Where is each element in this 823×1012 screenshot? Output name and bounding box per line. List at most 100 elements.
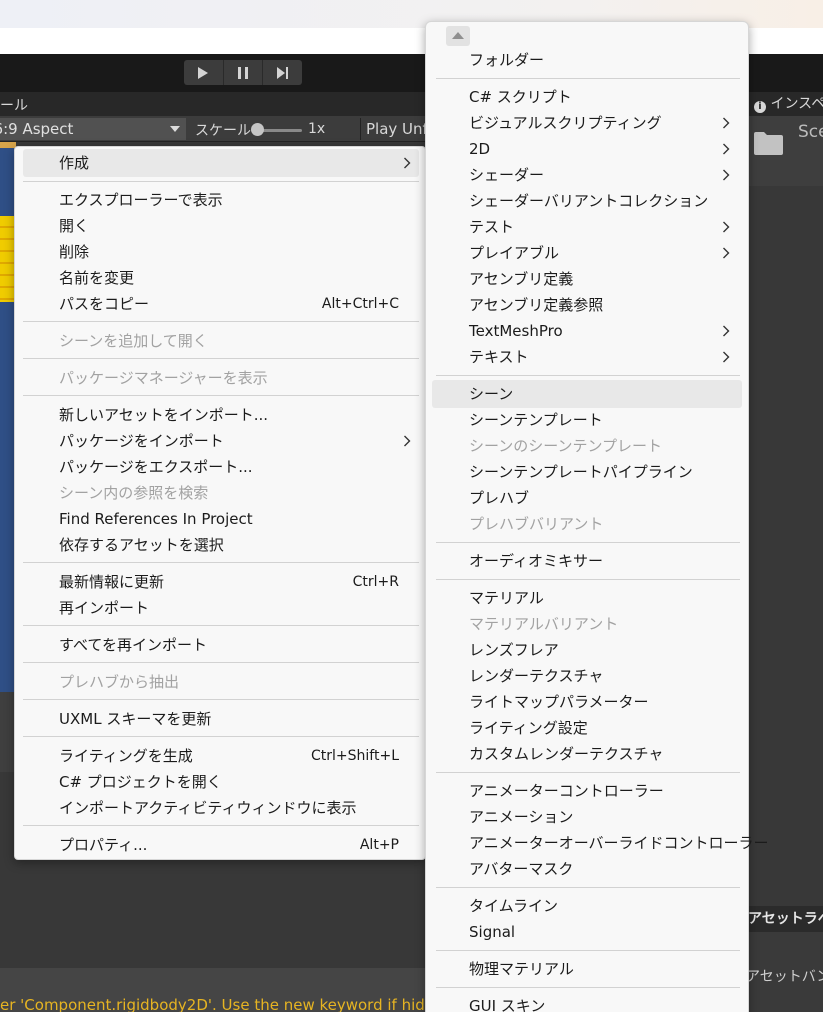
menu-item[interactable]: 物理マテリアル [469,957,574,981]
menu-item[interactable]: アセンブリ定義参照 [469,293,603,317]
menu-item[interactable]: すべてを再インポート [59,633,207,657]
menu-item[interactable]: プレハブ [469,486,529,510]
step-button[interactable] [263,60,302,85]
menu-item[interactable]: シーン [469,382,513,406]
menu-separator [436,78,740,79]
menu-item: シーン内の参照を検索 [59,484,209,502]
game-view-tab[interactable]: ツール [0,95,28,115]
menu-item[interactable]: フォルダー [469,48,544,72]
menu-separator [436,579,740,580]
menu-item[interactable]: 最新情報に更新 [59,570,164,594]
menu-separator [436,887,740,888]
menu-item[interactable]: シーンテンプレートパイプライン [469,460,693,484]
scale-value: 1x [308,121,326,137]
chevron-down-icon [170,126,180,132]
menu-item-shortcut: Ctrl+R [352,574,399,590]
menu-item[interactable]: カスタムレンダーテクスチャ [469,742,663,766]
menu-item[interactable]: UXML スキーマを更新 [59,707,211,731]
chevron-right-icon [722,111,732,135]
menu-item[interactable]: ライティング設定 [469,716,588,740]
menu-item[interactable]: シェーダーバリアントコレクション [469,189,708,213]
menu-item[interactable]: パスをコピー [59,292,149,316]
menu-item[interactable]: レンズフレア [469,638,559,662]
console-message[interactable]: er 'Component.rigidbody2D'. Use the new … [0,996,448,1012]
menu-item[interactable]: パッケージをインポート [59,429,224,453]
menu-item[interactable]: アニメーターオーバーライドコントローラー [469,831,769,855]
menu-item: シーンを追加して開く [59,332,208,350]
menu-item: マテリアルバリアント [469,615,619,633]
inspector-body [748,186,823,906]
chevron-right-icon [403,429,413,453]
play-mode-dropdown[interactable]: Play Unfocused [360,118,430,140]
menu-item[interactable]: アニメーターコントローラー [469,779,664,803]
menu-item[interactable]: Signal [469,920,515,944]
menu-item[interactable]: 2D [469,137,490,161]
inspector-tab[interactable]: i インスペクター [748,92,823,116]
menu-item[interactable]: TextMeshPro [469,319,563,343]
scale-slider-knob[interactable] [251,123,264,136]
menu-item[interactable]: レンダーテクスチャ [469,664,603,688]
menu-separator [436,375,740,376]
menu-item[interactable]: シーンテンプレート [469,408,603,432]
menu-item[interactable]: 作成 [59,151,89,175]
menu-item[interactable]: オーディオミキサー [469,549,603,573]
inspector-asset-name: Scene [798,122,823,142]
asset-bundle-label: アセットバンドル [746,969,823,985]
menu-item[interactable]: GUI スキン [469,994,545,1012]
menu-item[interactable]: アセンブリ定義 [469,267,573,291]
menu-item[interactable]: 依存するアセットを選択 [59,533,224,557]
menu-separator [23,562,419,563]
step-icon [276,66,288,79]
pause-button[interactable] [224,60,264,85]
menu-item[interactable]: プレイアブル [469,241,559,265]
menu-item[interactable]: Find References In Project [59,507,253,531]
menu-item: シーンのシーンテンプレート [469,437,663,455]
menu-item[interactable]: ライティングを生成 [59,744,193,768]
menu-item[interactable]: 名前を変更 [59,266,134,290]
menu-separator [23,395,419,396]
menu-item[interactable]: インポートアクティビティウィンドウに表示 [59,796,356,820]
play-icon [198,66,209,79]
menu-separator [23,662,419,663]
menu-item[interactable]: ビジュアルスクリプティング [469,111,662,135]
scroll-up-button[interactable] [446,26,470,46]
menu-item[interactable]: 新しいアセットをインポート... [59,403,268,427]
playmode-controls [184,60,302,85]
info-icon: i [754,101,766,113]
menu-separator [23,825,419,826]
menu-separator [436,542,740,543]
menu-item[interactable]: テキスト [469,345,529,369]
menu-item[interactable]: C# プロジェクトを開く [59,770,222,794]
chevron-right-icon [722,215,732,239]
menu-item[interactable]: 削除 [59,240,89,264]
menu-separator [23,736,419,737]
asset-labels-header: アセットラベル [748,906,823,932]
chevron-right-icon [403,151,413,175]
menu-item[interactable]: C# スクリプト [469,85,572,109]
menu-separator [436,987,740,988]
menu-item[interactable]: 再インポート [59,596,149,620]
aspect-dropdown[interactable]: 16:9 Aspect [0,118,186,140]
chevron-right-icon [722,319,732,343]
menu-item[interactable]: タイムライン [469,894,558,918]
menu-separator [436,950,740,951]
menu-item[interactable]: パッケージをエクスポート... [59,455,253,479]
menu-item[interactable]: プロパティ... [59,833,147,857]
chevron-right-icon [722,163,732,187]
menu-item[interactable]: シェーダー [469,163,544,187]
menu-item[interactable]: テスト [469,215,514,239]
menu-item[interactable]: マテリアル [469,586,544,610]
play-button[interactable] [184,60,224,85]
menu-item-shortcut: Ctrl+Shift+L [311,748,399,764]
menu-item[interactable]: ライトマップパラメーター [469,690,649,714]
menu-item-shortcut: Alt+Ctrl+C [321,296,399,312]
menu-item: パッケージマネージャーを表示 [59,369,268,387]
aspect-value: 16:9 Aspect [0,120,74,138]
menu-item[interactable]: エクスプローラーで表示 [59,188,223,212]
menu-separator [436,772,740,773]
menu-item: プレハブから抽出 [59,673,180,691]
menu-item[interactable]: 開く [59,214,89,238]
menu-separator [23,625,419,626]
menu-item[interactable]: アニメーション [469,805,573,829]
menu-item[interactable]: アバターマスク [469,857,573,881]
